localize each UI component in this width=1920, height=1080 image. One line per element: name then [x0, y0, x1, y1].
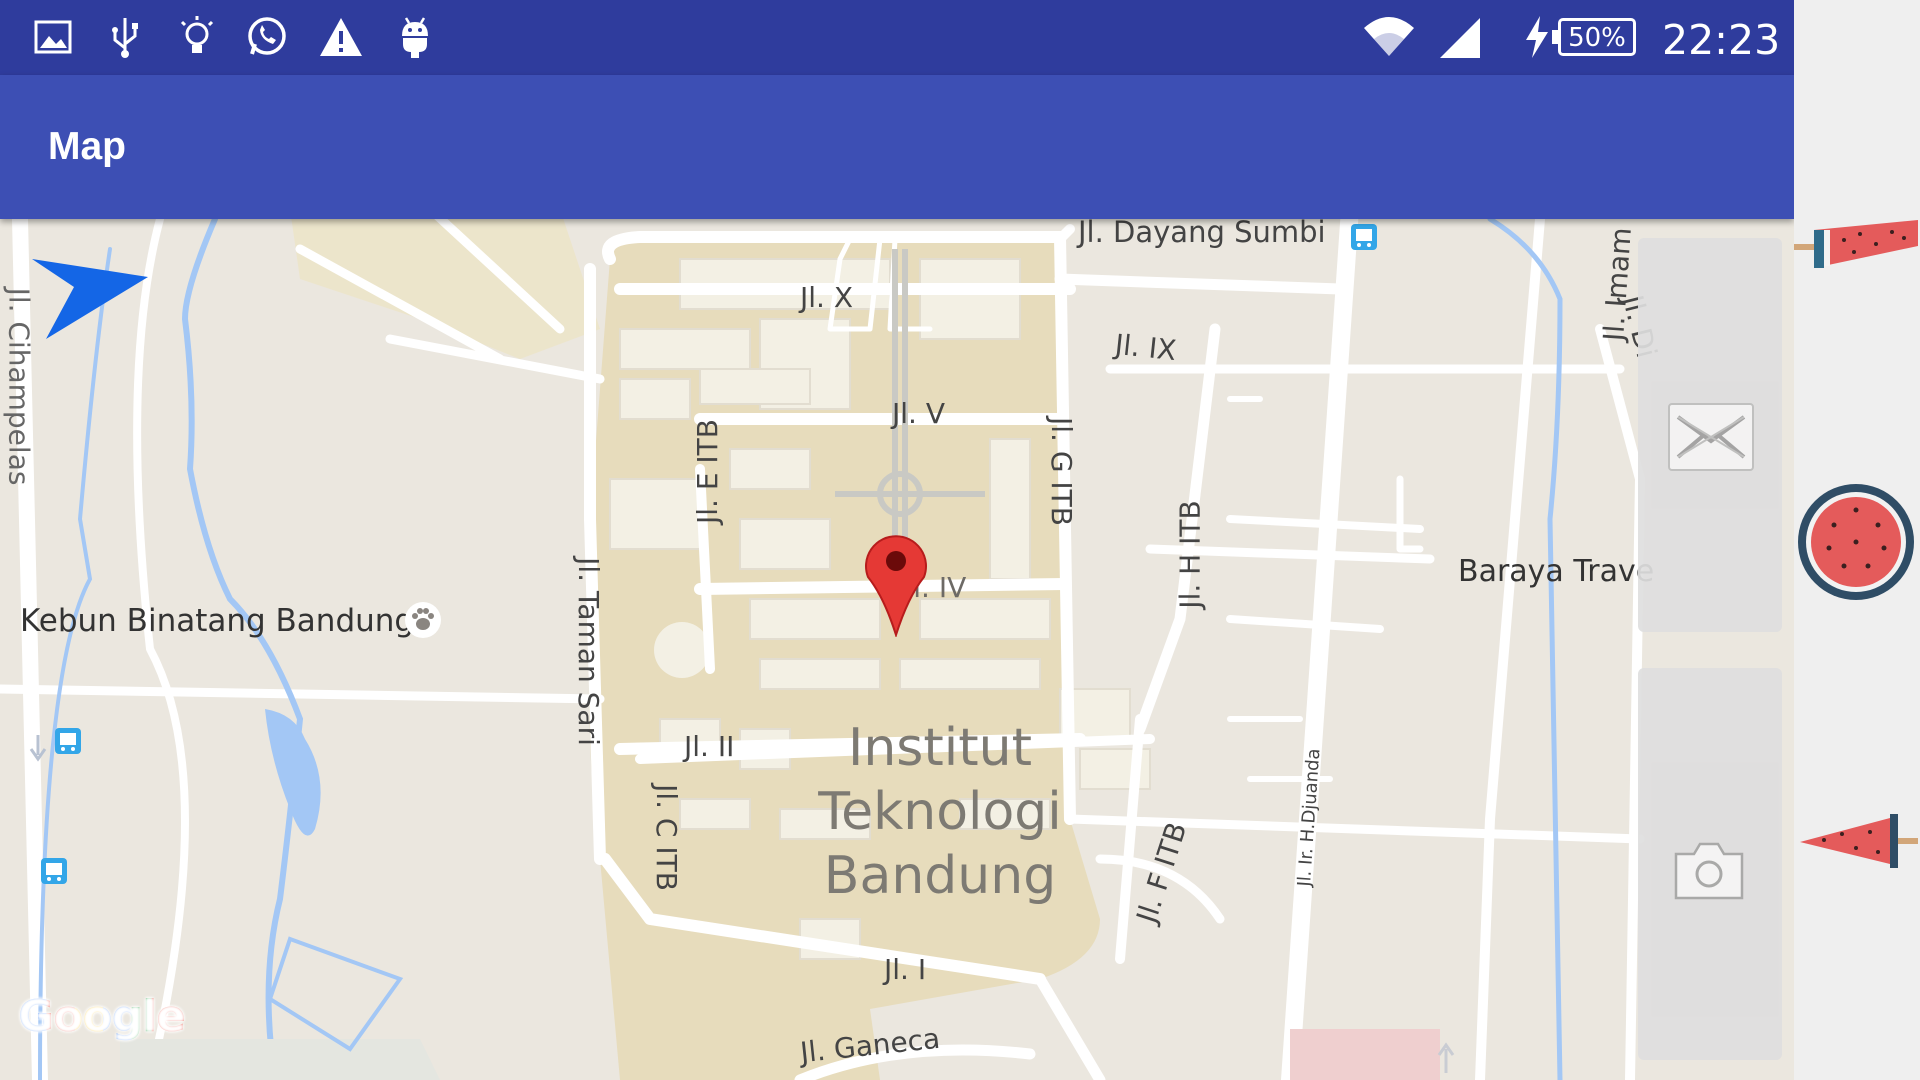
- place-label-baraya: Baraya Trave: [1458, 554, 1655, 589]
- campus-label-line: Teknologi: [818, 782, 1062, 842]
- watermelon-popsicle-icon[interactable]: [1794, 808, 1920, 878]
- navigation-arrow-icon[interactable]: [30, 257, 150, 341]
- location-marker-icon[interactable]: [862, 527, 930, 637]
- road-label: Jl. H ITB: [1173, 500, 1207, 609]
- road-label: Jl. I: [884, 953, 927, 986]
- road-label: Jl. E ITB: [691, 419, 724, 524]
- road-label: Jl. Taman Sari: [571, 557, 605, 746]
- road-label: Jl. X: [800, 281, 854, 314]
- google-logo-text: Google: [18, 991, 186, 1042]
- floating-panel-top: [1638, 238, 1782, 632]
- bus-stop-icon[interactable]: [54, 727, 82, 755]
- bus-stop-icon[interactable]: [40, 857, 68, 885]
- android-icon: [402, 17, 428, 58]
- google-logo: Google: [18, 991, 186, 1042]
- one-way-arrow-icon: [1437, 1042, 1455, 1073]
- app-bar: Map: [0, 75, 1794, 219]
- watermelon-slice-icon[interactable]: [1794, 480, 1920, 604]
- gallery-icon: [34, 20, 72, 54]
- usb-icon: [112, 18, 138, 58]
- app-title: Map: [48, 125, 126, 168]
- paw-icon: [405, 602, 441, 638]
- bus-stop-icon[interactable]: [1350, 223, 1378, 251]
- battery-icon: 50%: [1552, 18, 1636, 56]
- road-label: Jl. II: [684, 730, 735, 763]
- camera-icon: [1674, 842, 1744, 900]
- map-view[interactable]: Jl. Dayang Sumbi Jl. X Jl. IX Jl. V Jl. …: [0, 131, 1794, 1080]
- road-label: Jl. V: [892, 397, 945, 430]
- camera-button[interactable]: [1672, 836, 1746, 900]
- app-screen: 50% 22:23 Map Jl. Dayang Sumbi Jl. X Jl.…: [0, 0, 1794, 1080]
- battery-level: 50%: [1568, 23, 1626, 53]
- campus-label-line: Bandung: [823, 846, 1057, 906]
- envelope-icon: [1676, 415, 1746, 459]
- floating-panel-bottom: [1638, 668, 1782, 1060]
- mail-button[interactable]: [1668, 403, 1754, 471]
- warning-icon: [320, 18, 362, 56]
- charging-icon: [1526, 16, 1548, 58]
- one-way-arrow-icon: [29, 735, 47, 762]
- lightbulb-icon: [180, 16, 214, 53]
- signal-icon: [1440, 18, 1480, 58]
- edge-panel: [1794, 0, 1920, 1080]
- road-label: Jl. Dayang Sumbi: [1078, 215, 1326, 249]
- clock: 22:23: [1662, 16, 1781, 64]
- road-label: Jl. C ITB: [649, 784, 683, 891]
- campus-label: Institut Teknologi Bandung: [800, 716, 1080, 908]
- status-bar: 50% 22:23: [0, 0, 1794, 75]
- campus-label-line: Institut: [848, 718, 1032, 778]
- whatsapp-icon: [248, 17, 286, 55]
- road-label: Jl. G ITB: [1045, 416, 1079, 527]
- watermelon-popsicle-icon[interactable]: [1794, 200, 1920, 280]
- place-label-zoo: Kebun Binatang Bandung: [20, 603, 415, 639]
- road-label: Jl. IX: [1113, 327, 1178, 368]
- map-base: [0, 219, 1794, 1080]
- wifi-icon: [1364, 17, 1414, 56]
